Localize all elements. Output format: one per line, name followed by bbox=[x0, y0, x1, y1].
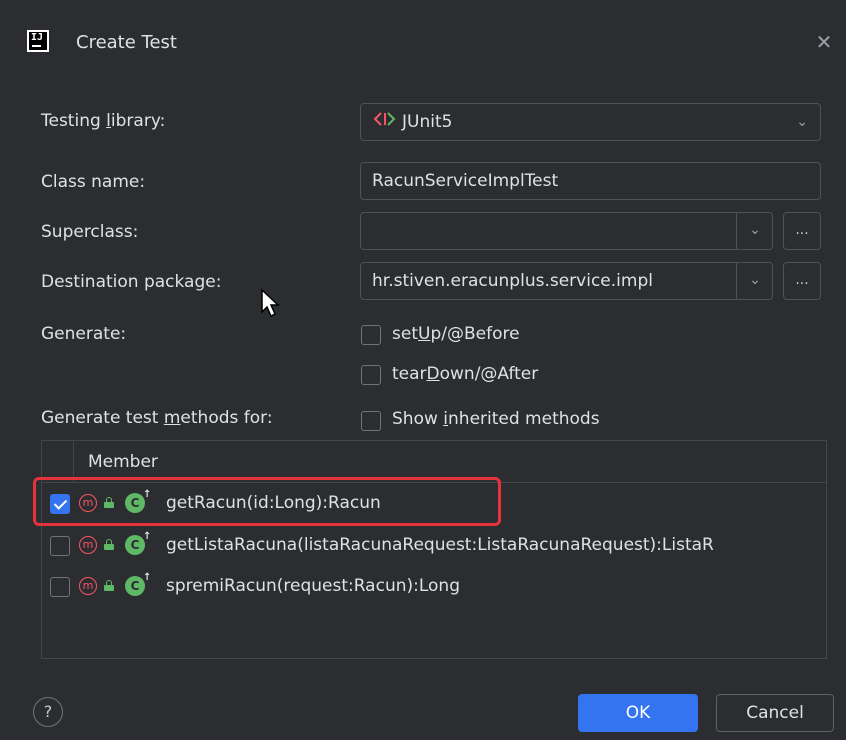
member-checkbox[interactable] bbox=[50, 536, 70, 556]
junit-icon bbox=[372, 104, 398, 140]
member-checkbox[interactable] bbox=[50, 577, 70, 597]
public-lock-icon bbox=[104, 539, 114, 550]
ok-button[interactable]: OK bbox=[578, 694, 698, 732]
implementing-icon: C bbox=[125, 576, 145, 596]
generate-label: Generate: bbox=[41, 324, 127, 344]
destination-dropdown-icon[interactable]: ⌄ bbox=[745, 272, 765, 288]
combo-divider bbox=[736, 213, 737, 249]
superclass-browse-button[interactable]: ... bbox=[783, 212, 821, 250]
class-name-label: Class name: bbox=[41, 172, 146, 192]
close-icon[interactable]: ✕ bbox=[812, 30, 836, 54]
help-button[interactable]: ? bbox=[33, 697, 63, 727]
setup-checkbox[interactable] bbox=[361, 325, 381, 345]
testing-library-select[interactable]: JUnit5 ⌄ bbox=[360, 103, 821, 141]
member-row[interactable]: m C ↑ getListaRacuna(listaRacunaRequest:… bbox=[42, 526, 826, 566]
teardown-checkbox[interactable] bbox=[361, 365, 381, 385]
header-divider bbox=[73, 441, 74, 483]
superclass-input[interactable] bbox=[360, 212, 773, 250]
combo-divider bbox=[736, 263, 737, 299]
testing-library-label: Testing library: bbox=[41, 111, 166, 131]
implements-arrow-icon: ↑ bbox=[143, 572, 152, 583]
class-name-input[interactable]: RacunServiceImplTest bbox=[360, 162, 821, 200]
dialog-title: Create Test bbox=[76, 32, 177, 53]
testing-library-value: JUnit5 bbox=[402, 112, 453, 132]
method-icon: m bbox=[79, 536, 97, 554]
member-column-header[interactable]: Member bbox=[88, 452, 158, 472]
implementing-icon: C bbox=[125, 493, 145, 513]
implements-arrow-icon: ↑ bbox=[143, 489, 152, 500]
destination-browse-button[interactable]: ... bbox=[783, 262, 821, 300]
mouse-cursor-icon bbox=[261, 288, 280, 318]
teardown-label: tearDown/@After bbox=[392, 364, 539, 384]
public-lock-icon bbox=[104, 497, 114, 508]
member-checkbox[interactable] bbox=[50, 494, 70, 514]
table-header: Member bbox=[42, 441, 826, 483]
destination-package-input[interactable]: hr.stiven.eracunplus.service.impl bbox=[360, 262, 773, 300]
member-row[interactable]: m C ↑ getRacun(id:Long):Racun bbox=[42, 484, 826, 524]
member-table: Member m C ↑ getRacun(id:Long):Racun m C… bbox=[41, 440, 827, 659]
methods-for-label: Generate test methods for: bbox=[41, 408, 273, 428]
cancel-button[interactable]: Cancel bbox=[716, 694, 834, 732]
member-row[interactable]: m C ↑ spremiRacun(request:Racun):Long bbox=[42, 567, 826, 607]
superclass-dropdown-icon[interactable]: ⌄ bbox=[745, 222, 765, 238]
title-bar: IJ Create Test ✕ bbox=[0, 0, 846, 88]
member-signature: getRacun(id:Long):Racun bbox=[166, 493, 381, 513]
show-inherited-checkbox[interactable] bbox=[361, 411, 381, 431]
method-icon: m bbox=[79, 494, 97, 512]
public-lock-icon bbox=[104, 580, 114, 591]
implementing-icon: C bbox=[125, 535, 145, 555]
method-icon: m bbox=[79, 577, 97, 595]
chevron-down-icon: ⌄ bbox=[796, 114, 808, 130]
destination-package-label: Destination package: bbox=[41, 272, 222, 292]
intellij-logo-icon: IJ bbox=[27, 30, 49, 52]
superclass-label: Superclass: bbox=[41, 222, 139, 242]
setup-label: setUp/@Before bbox=[392, 324, 520, 344]
member-signature: spremiRacun(request:Racun):Long bbox=[166, 576, 460, 596]
show-inherited-label: Show inherited methods bbox=[392, 409, 600, 429]
implements-arrow-icon: ↑ bbox=[143, 531, 152, 542]
member-signature: getListaRacuna(listaRacunaRequest:ListaR… bbox=[166, 535, 714, 555]
